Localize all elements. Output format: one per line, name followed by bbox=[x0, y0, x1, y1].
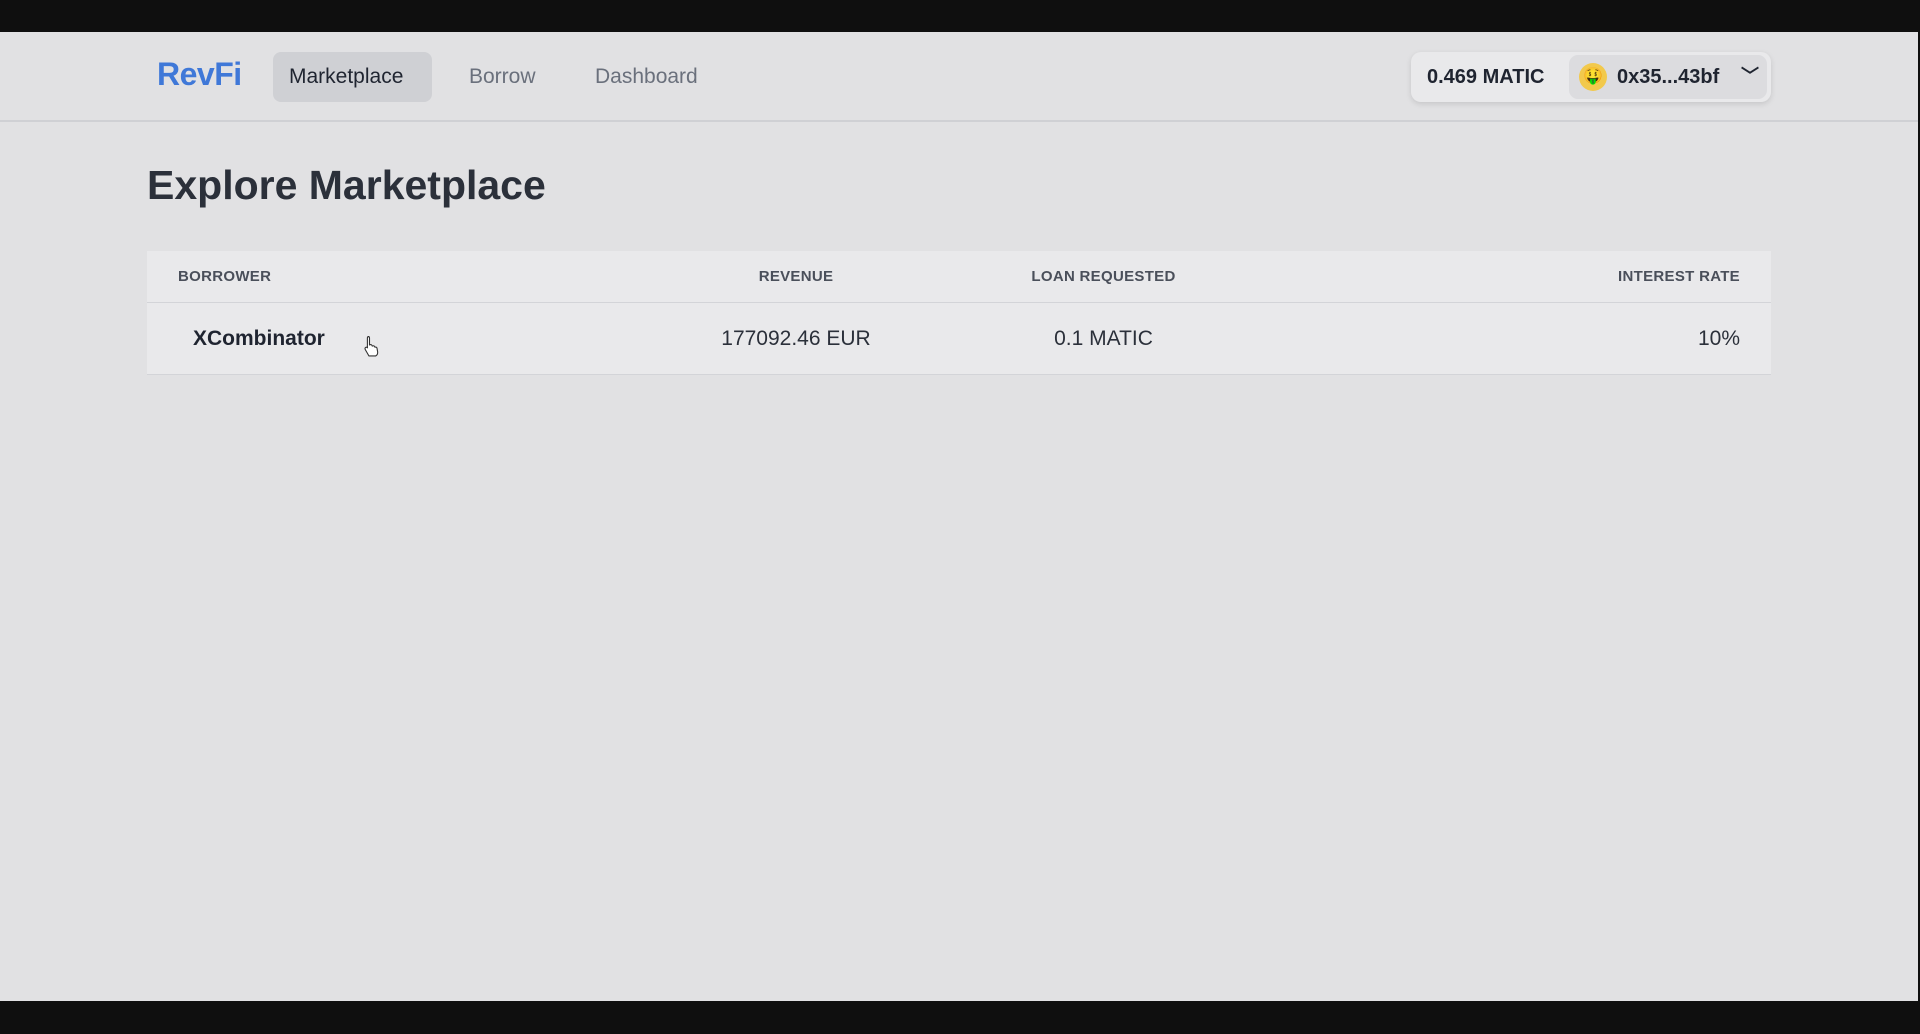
avatar-emoji-icon: 🤑 bbox=[1579, 63, 1607, 91]
table-row[interactable]: XCombinator 177092.46 EUR 0.1 MATIC 10% bbox=[147, 303, 1771, 375]
screen-frame-top bbox=[0, 0, 1920, 32]
nav-marketplace[interactable]: Marketplace bbox=[273, 52, 432, 102]
brand-logo[interactable]: RevFi bbox=[157, 56, 242, 93]
wallet-address: 0x35...43bf bbox=[1617, 66, 1720, 88]
account-button[interactable]: 🤑 0x35...43bf ﹀ bbox=[1569, 55, 1767, 99]
loan-requested-value: 0.1 MATIC bbox=[1054, 327, 1153, 350]
nav-borrow[interactable]: Borrow bbox=[453, 52, 552, 102]
page-title: Explore Marketplace bbox=[147, 162, 546, 208]
interest-rate-value: 10% bbox=[1697, 327, 1740, 350]
chevron-down-icon: ﹀ bbox=[1741, 66, 1759, 86]
marketplace-table: BORROWER REVENUE LOAN REQUESTED INTEREST… bbox=[147, 251, 1771, 375]
top-navbar: RevFi Marketplace Borrow Dashboard 0.469… bbox=[0, 32, 1918, 122]
app-window: RevFi Marketplace Borrow Dashboard 0.469… bbox=[0, 32, 1918, 1001]
wallet-widget: 0.469 MATIC 🤑 0x35...43bf ﹀ bbox=[1411, 52, 1771, 102]
nav-dashboard[interactable]: Dashboard bbox=[579, 52, 714, 102]
wallet-balance: 0.469 MATIC bbox=[1427, 66, 1545, 88]
table-header: BORROWER REVENUE LOAN REQUESTED INTEREST… bbox=[147, 251, 1771, 303]
hand-pointer-cursor-icon bbox=[364, 335, 379, 357]
screen-frame-bottom bbox=[0, 1001, 1920, 1034]
column-header-interest-rate: INTEREST RATE bbox=[1618, 268, 1740, 285]
